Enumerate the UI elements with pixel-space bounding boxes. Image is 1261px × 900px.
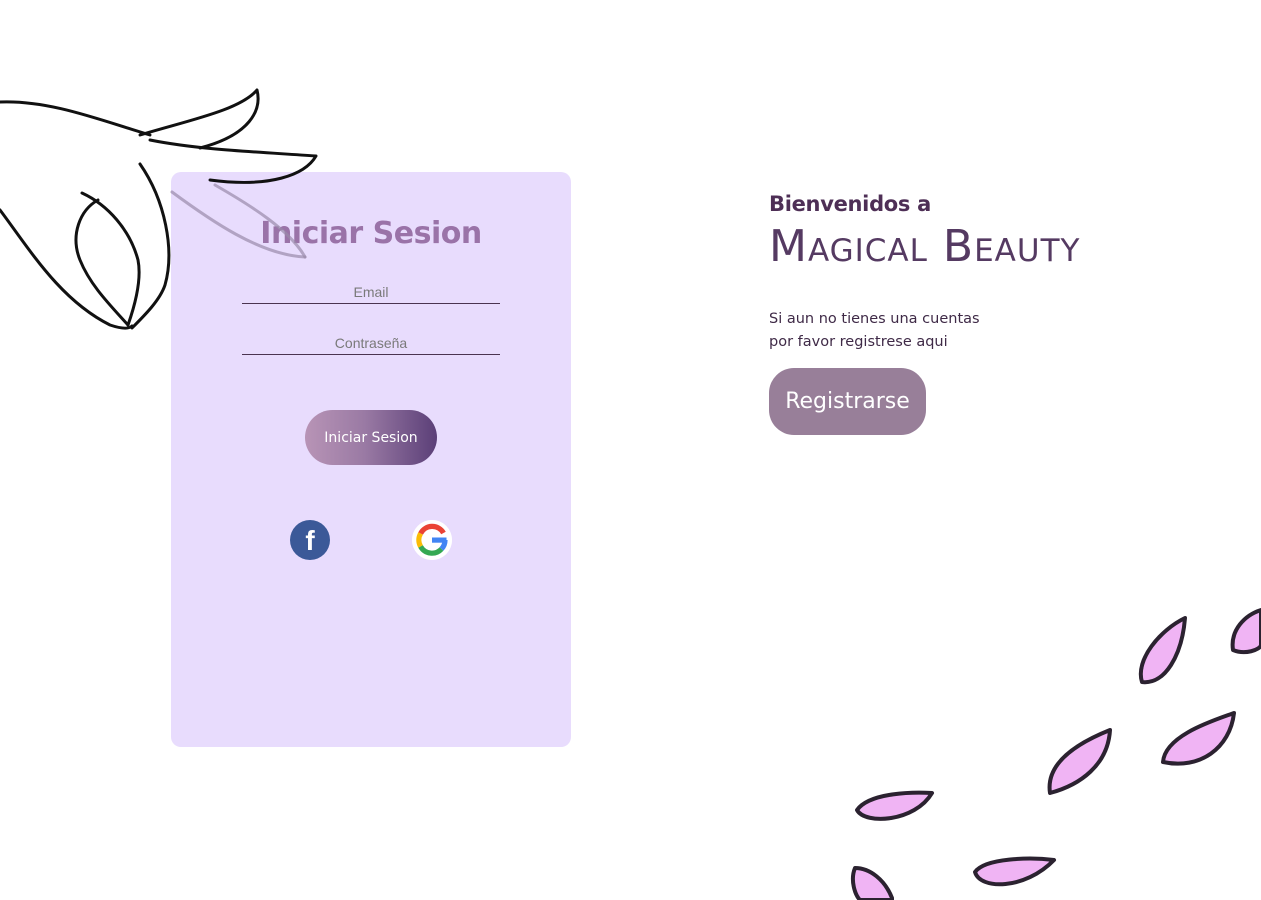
login-button[interactable]: Iniciar Sesion: [305, 410, 437, 465]
petal: [1230, 608, 1261, 655]
petal: [850, 866, 894, 900]
petal: [1161, 711, 1236, 766]
brand-title: Magical Beauty: [769, 221, 1081, 272]
facebook-icon: f: [305, 525, 315, 556]
login-title: Iniciar Sesion: [260, 216, 482, 251]
petals-illustration: [850, 608, 1261, 900]
petal: [973, 856, 1056, 887]
email-input[interactable]: [242, 281, 500, 304]
password-input[interactable]: [242, 332, 500, 355]
register-prompt-line-2: por favor registrese aqui: [769, 334, 948, 350]
welcome-heading: Bienvenidos a: [769, 192, 932, 216]
facebook-login-button[interactable]: f: [290, 520, 330, 560]
google-icon: [412, 520, 452, 560]
petal: [855, 790, 934, 821]
page: Iniciar Sesion Iniciar Sesion f: [0, 0, 1261, 900]
register-button[interactable]: Registrarse: [769, 368, 926, 435]
register-prompt-line-1: Si aun no tienes una cuentas: [769, 311, 980, 327]
petal: [1047, 728, 1112, 795]
petal: [1138, 616, 1187, 685]
login-card: Iniciar Sesion Iniciar Sesion f: [171, 172, 571, 747]
register-prompt: Si aun no tienes una cuentas por favor r…: [769, 308, 1189, 354]
google-login-button[interactable]: [412, 520, 452, 560]
welcome-section: Bienvenidos a Magical Beauty Si aun no t…: [769, 192, 1189, 435]
